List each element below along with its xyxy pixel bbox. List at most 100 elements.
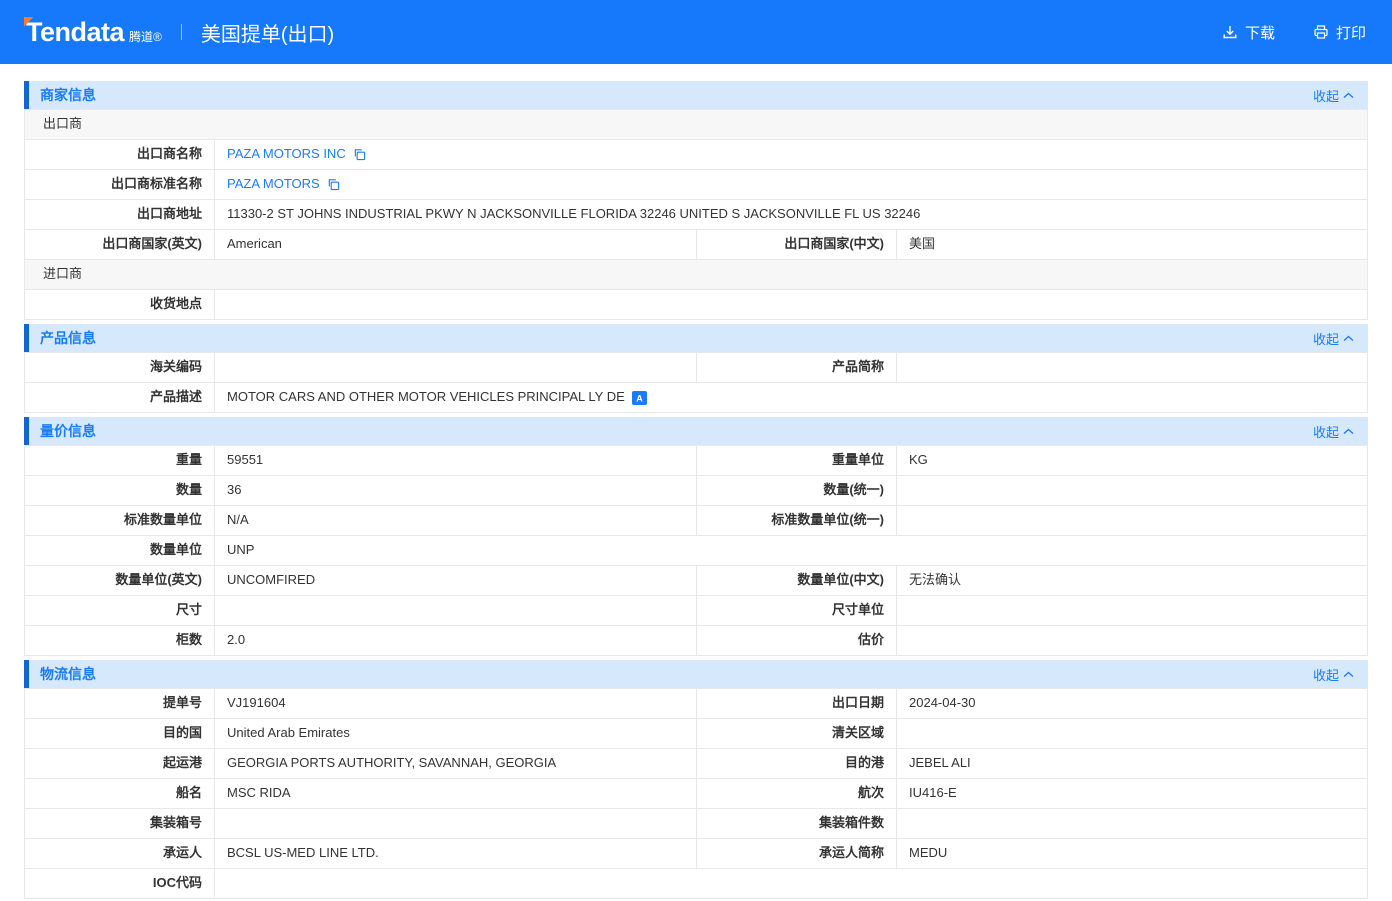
field-value xyxy=(215,869,1367,899)
table-row-containers: 柜数 2.0 估价 xyxy=(25,626,1367,656)
field-value xyxy=(897,809,1367,839)
chevron-up-icon xyxy=(1343,671,1354,678)
table-row-carrier: 承运人 BCSL US-MED LINE LTD. 承运人简称 MEDU xyxy=(25,839,1367,869)
field-label: 尺寸 xyxy=(25,596,215,626)
tendata-logo[interactable]: Tendata 腾道® xyxy=(26,19,162,46)
print-label: 打印 xyxy=(1336,22,1366,43)
download-icon xyxy=(1222,24,1238,40)
table-row-exporter-name: 出口商名称 PAZA MOTORS INC xyxy=(25,140,1367,170)
field-label: 柜数 xyxy=(25,626,215,656)
download-button[interactable]: 下载 xyxy=(1222,22,1275,43)
table-row-size: 尺寸 尺寸单位 xyxy=(25,596,1367,626)
section-product: 产品信息 收起 海关编码 产品简称 产品描述 MOTOR CARS AND OT… xyxy=(24,324,1368,413)
field-value: 11330-2 ST JOHNS INDUSTRIAL PKWY N JACKS… xyxy=(215,200,1367,230)
exporter-std-name-link[interactable]: PAZA MOTORS xyxy=(227,176,320,193)
field-value: MEDU xyxy=(897,839,1367,869)
section-title: 产品信息 xyxy=(40,328,96,348)
field-label: 数量 xyxy=(25,476,215,506)
section-title: 量价信息 xyxy=(40,421,96,441)
section-logistics: 物流信息 收起 提单号 VJ191604 出口日期 2024-04-30 目的国… xyxy=(24,660,1368,899)
collapse-toggle-merchant[interactable]: 收起 xyxy=(1313,86,1354,105)
field-label: 船名 xyxy=(25,779,215,809)
table-row-dest-country: 目的国 United Arab Emirates 清关区域 xyxy=(25,719,1367,749)
field-value: American xyxy=(215,230,697,260)
exporter-name-link[interactable]: PAZA MOTORS INC xyxy=(227,146,346,163)
field-value xyxy=(215,353,697,383)
print-button[interactable]: 打印 xyxy=(1313,22,1366,43)
field-label: 重量单位 xyxy=(697,446,897,476)
group-row-exporter: 出口商 xyxy=(25,110,1367,140)
field-label: 出口日期 xyxy=(697,689,897,719)
table-row-weight: 重量 59551 重量单位 KG xyxy=(25,446,1367,476)
section-header-logistics: 物流信息 收起 xyxy=(24,660,1368,688)
field-label: 数量单位(英文) xyxy=(25,566,215,596)
field-label: 重量 xyxy=(25,446,215,476)
field-value: 无法确认 xyxy=(897,566,1367,596)
field-value xyxy=(897,719,1367,749)
field-value xyxy=(215,596,697,626)
field-label: 估价 xyxy=(697,626,897,656)
field-value: PAZA MOTORS xyxy=(215,170,1367,200)
field-label: 产品描述 xyxy=(25,383,215,413)
section-quantity-price: 量价信息 收起 重量 59551 重量单位 KG 数量 36 数量(统一) 标准… xyxy=(24,417,1368,656)
field-label: 海关编码 xyxy=(25,353,215,383)
table-row-vessel: 船名 MSC RIDA 航次 IU416-E xyxy=(25,779,1367,809)
product-desc-text: MOTOR CARS AND OTHER MOTOR VEHICLES PRIN… xyxy=(227,389,625,406)
field-value: United Arab Emirates xyxy=(215,719,697,749)
field-value: BCSL US-MED LINE LTD. xyxy=(215,839,697,869)
section-header-quantity-price: 量价信息 收起 xyxy=(24,417,1368,445)
logistics-table: 提单号 VJ191604 出口日期 2024-04-30 目的国 United … xyxy=(24,688,1368,899)
section-header-product: 产品信息 收起 xyxy=(24,324,1368,352)
table-row-qty-unit: 数量单位 UNP xyxy=(25,536,1367,566)
field-label: IOC代码 xyxy=(25,869,215,899)
field-label: 标准数量单位(统一) xyxy=(697,506,897,536)
app-header: Tendata 腾道® 美国提单(出口) 下载 打印 xyxy=(0,0,1392,64)
quantity-price-table: 重量 59551 重量单位 KG 数量 36 数量(统一) 标准数量单位 N/A… xyxy=(24,445,1368,656)
group-row-importer: 进口商 xyxy=(25,260,1367,290)
svg-text:A: A xyxy=(636,393,643,403)
collapse-label: 收起 xyxy=(1313,665,1339,684)
field-label: 出口商标准名称 xyxy=(25,170,215,200)
field-label: 标准数量单位 xyxy=(25,506,215,536)
page-title: 美国提单(出口) xyxy=(201,18,334,47)
field-label: 目的港 xyxy=(697,749,897,779)
field-value: N/A xyxy=(215,506,697,536)
logo-cn-text: 腾道® xyxy=(129,28,162,45)
print-icon xyxy=(1313,24,1329,40)
chevron-up-icon xyxy=(1343,335,1354,342)
field-value: MOTOR CARS AND OTHER MOTOR VEHICLES PRIN… xyxy=(215,383,1367,413)
field-value xyxy=(215,809,697,839)
field-value xyxy=(897,476,1367,506)
field-value: 美国 xyxy=(897,230,1367,260)
field-value: GEORGIA PORTS AUTHORITY, SAVANNAH, GEORG… xyxy=(215,749,697,779)
group-label-importer: 进口商 xyxy=(25,260,1367,290)
table-row-receipt-place: 收货地点 xyxy=(25,290,1367,320)
field-value: 59551 xyxy=(215,446,697,476)
table-row-exporter-address: 出口商地址 11330-2 ST JOHNS INDUSTRIAL PKWY N… xyxy=(25,200,1367,230)
field-value xyxy=(897,353,1367,383)
collapse-toggle-logistics[interactable]: 收起 xyxy=(1313,665,1354,684)
field-value: KG xyxy=(897,446,1367,476)
table-row-qty-unit-lang: 数量单位(英文) UNCOMFIRED 数量单位(中文) 无法确认 xyxy=(25,566,1367,596)
field-label: 出口商名称 xyxy=(25,140,215,170)
field-label: 数量单位(中文) xyxy=(697,566,897,596)
field-label: 集装箱号 xyxy=(25,809,215,839)
field-value: 2024-04-30 xyxy=(897,689,1367,719)
field-value: PAZA MOTORS INC xyxy=(215,140,1367,170)
field-label: 目的国 xyxy=(25,719,215,749)
field-value xyxy=(897,626,1367,656)
collapse-toggle-quantity-price[interactable]: 收起 xyxy=(1313,422,1354,441)
table-row-product-desc: 产品描述 MOTOR CARS AND OTHER MOTOR VEHICLES… xyxy=(25,383,1367,413)
field-value xyxy=(897,506,1367,536)
translate-icon[interactable]: A xyxy=(632,391,647,405)
copy-icon[interactable] xyxy=(353,148,366,161)
group-label-exporter: 出口商 xyxy=(25,110,1367,140)
field-label: 数量单位 xyxy=(25,536,215,566)
collapse-toggle-product[interactable]: 收起 xyxy=(1313,329,1354,348)
table-row-ports: 起运港 GEORGIA PORTS AUTHORITY, SAVANNAH, G… xyxy=(25,749,1367,779)
product-table: 海关编码 产品简称 产品描述 MOTOR CARS AND OTHER MOTO… xyxy=(24,352,1368,413)
field-value: JEBEL ALI xyxy=(897,749,1367,779)
field-value xyxy=(215,290,1367,320)
copy-icon[interactable] xyxy=(327,178,340,191)
section-merchant: 商家信息 收起 出口商 出口商名称 PAZA MOTORS INC 出口商标准名… xyxy=(24,81,1368,320)
